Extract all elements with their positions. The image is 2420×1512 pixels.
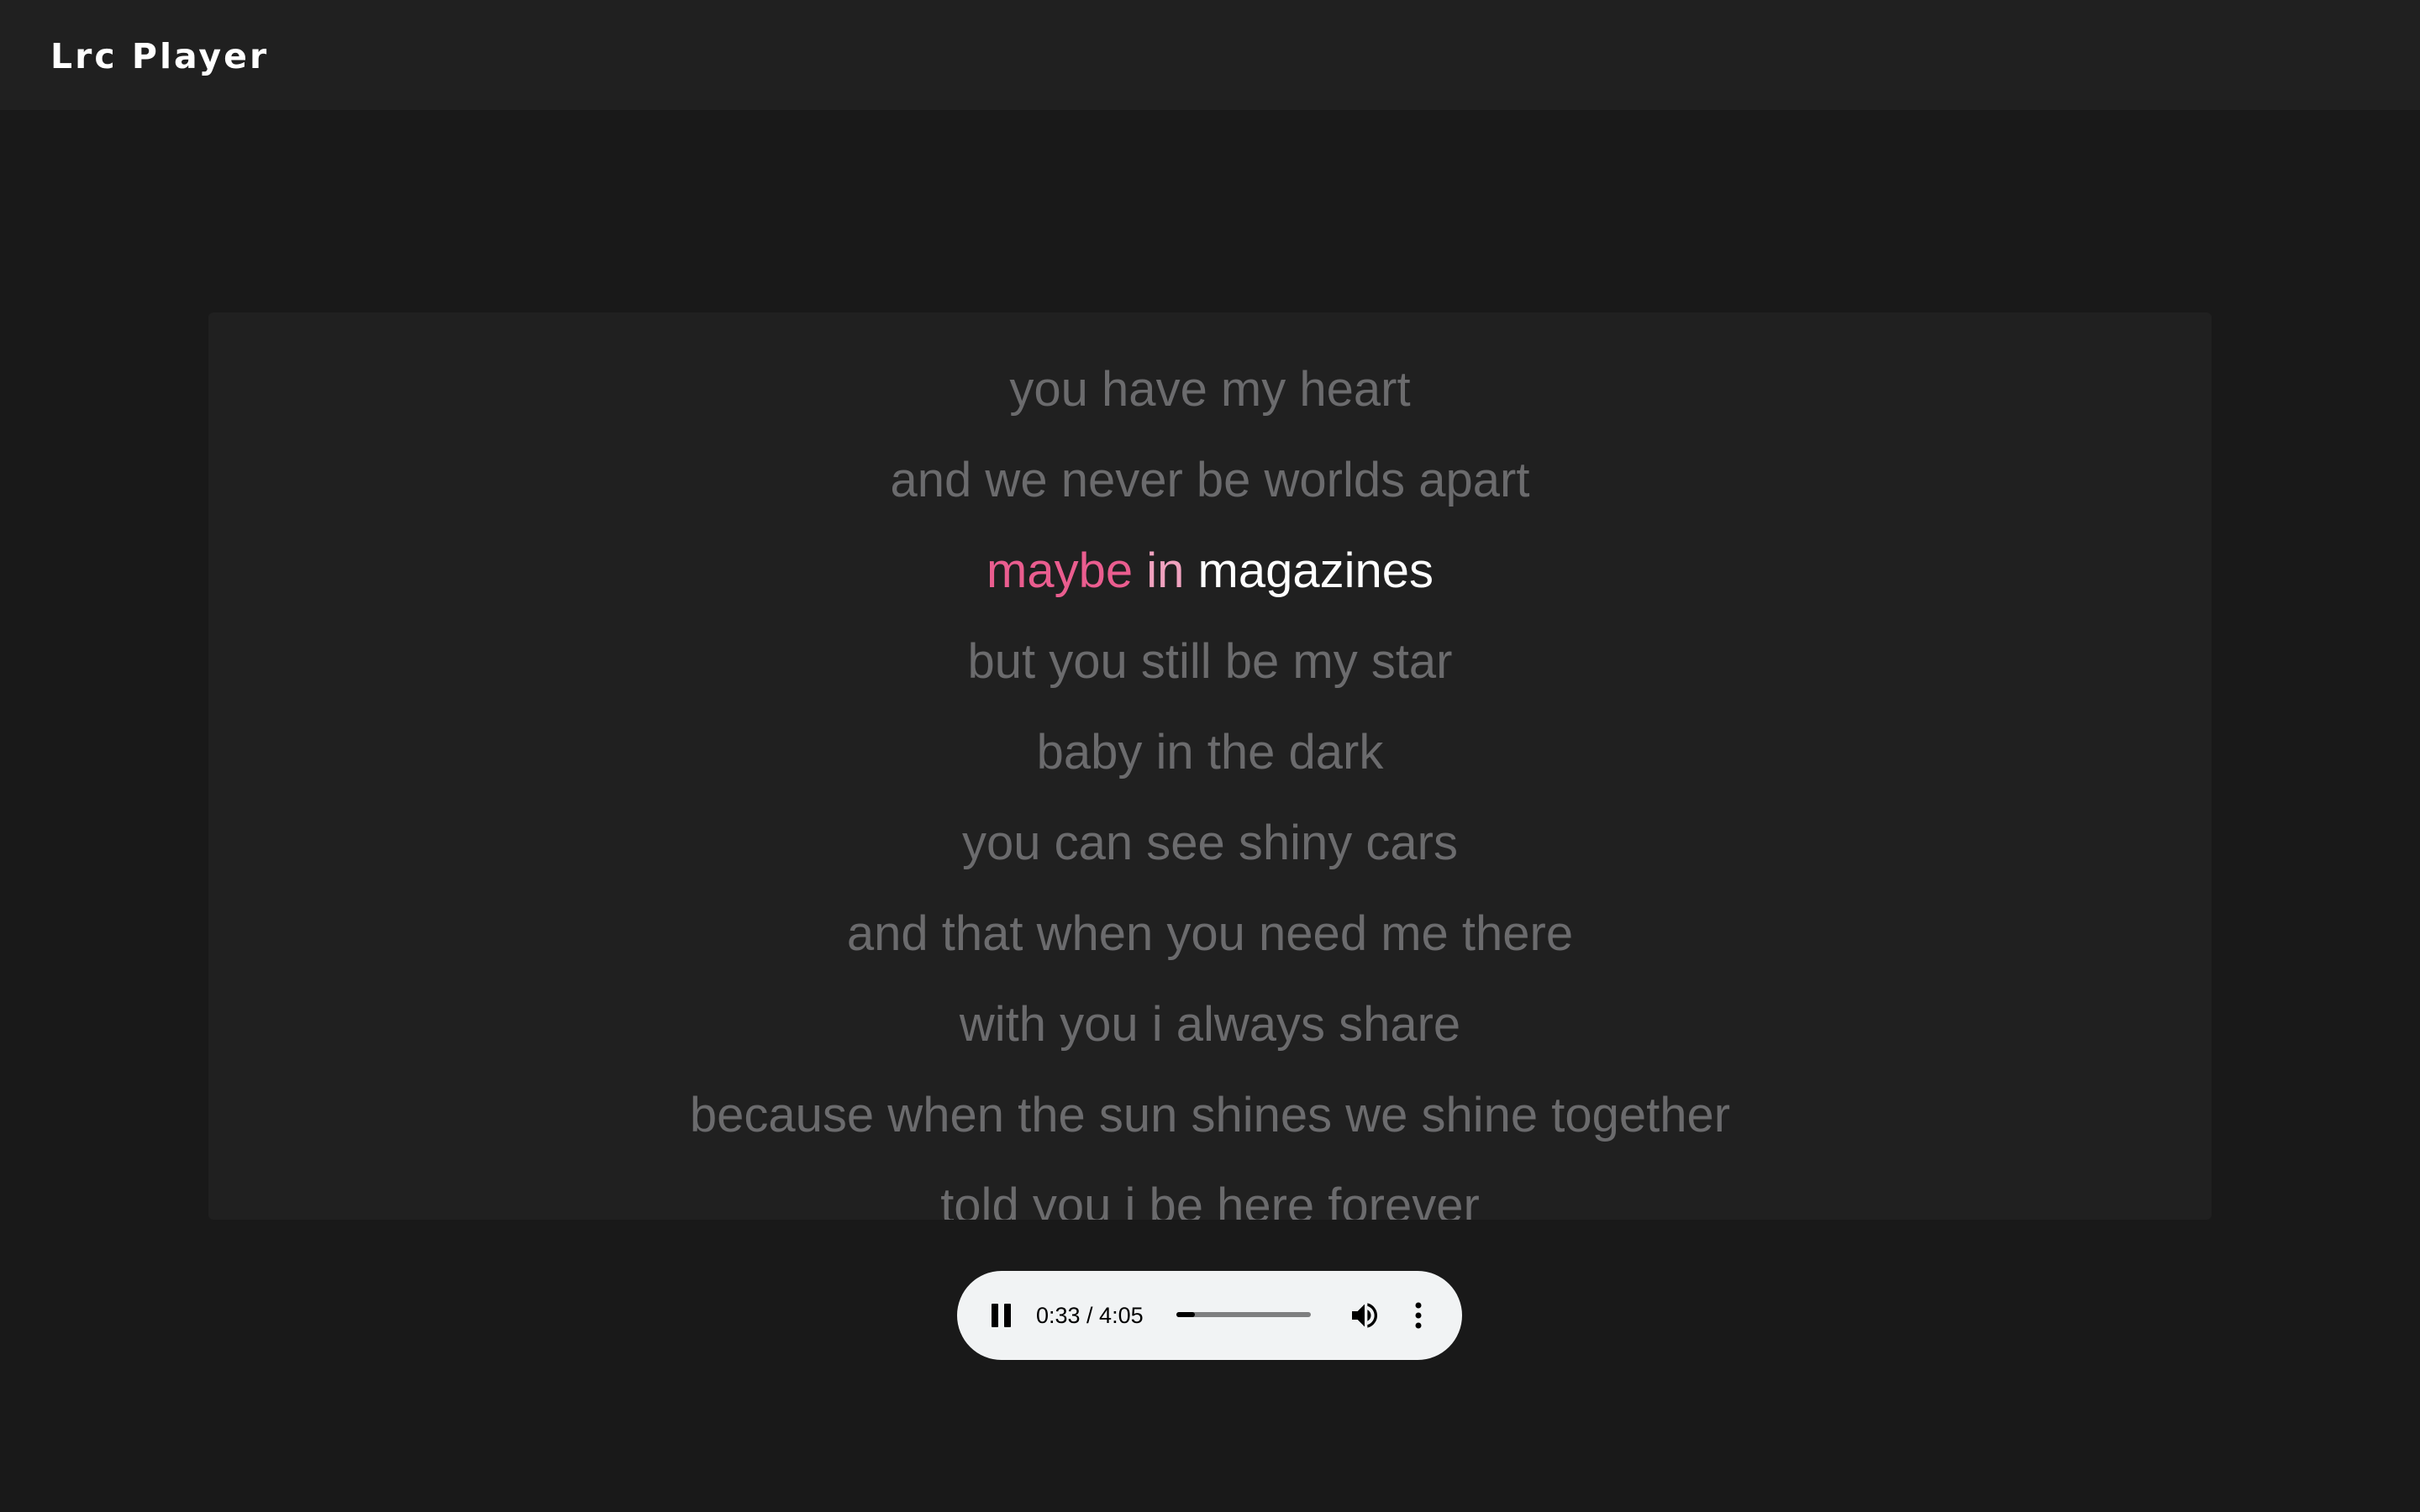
- lyric-line: but you still be my star: [967, 634, 1453, 689]
- lyric-line: because when the sun shines we shine tog…: [689, 1088, 1731, 1142]
- lyric-word-partial: in: [1146, 543, 1185, 598]
- lyric-line: with you i always share: [959, 997, 1461, 1052]
- app-header: Lrc Player: [0, 0, 2420, 110]
- volume-icon[interactable]: [1348, 1299, 1381, 1332]
- lyric-line: you have my heart: [1009, 362, 1411, 417]
- lyric-line: and that when you need me there: [846, 906, 1574, 961]
- lyric-line: told you i be here forever: [940, 1179, 1480, 1220]
- time-readout: 0:33 / 4:05: [1036, 1303, 1144, 1328]
- lyric-word-upcoming: magazines: [1197, 543, 1434, 598]
- lyric-line: and we never be worlds apart: [890, 453, 1530, 507]
- more-vertical-icon[interactable]: [1408, 1300, 1428, 1331]
- app-title: Lrc Player: [50, 36, 270, 76]
- seek-bar-progress: [1176, 1312, 1195, 1317]
- lyric-line: baby in the dark: [1036, 725, 1384, 780]
- seek-bar[interactable]: [1176, 1312, 1311, 1317]
- pause-icon[interactable]: [992, 1304, 1012, 1327]
- lyrics-panel: you have my heart and we never be worlds…: [208, 312, 2212, 1220]
- lyric-word-sung: maybe: [986, 543, 1134, 598]
- lyric-line-active: maybe in magazines: [208, 538, 2212, 605]
- lyric-line: you can see shiny cars: [962, 816, 1458, 870]
